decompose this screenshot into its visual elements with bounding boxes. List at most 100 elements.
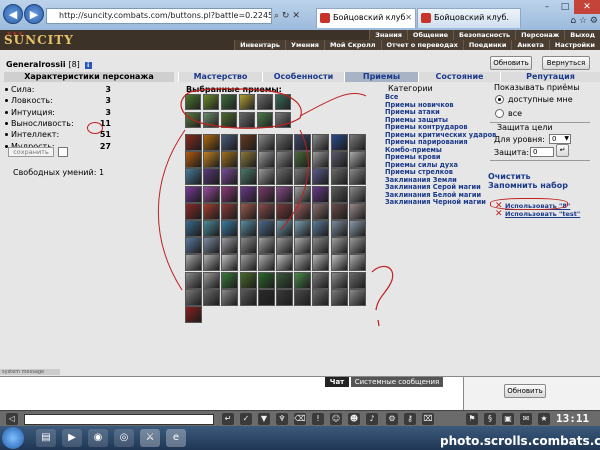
chrome-icon[interactable]: ◎ [114, 429, 134, 447]
forward-arrow-icon[interactable]: ▶ [24, 4, 44, 24]
technique-icon[interactable] [276, 220, 293, 237]
technique-icon[interactable] [348, 288, 366, 306]
address-bar[interactable]: http://suncity.combats.com/buttons.pl?ba… [46, 8, 272, 24]
technique-icon[interactable] [276, 288, 293, 306]
technique-icon[interactable] [221, 168, 239, 186]
technique-icon[interactable] [221, 271, 239, 289]
technique-icon[interactable] [276, 271, 293, 289]
technique-icon[interactable] [203, 134, 221, 151]
technique-icon[interactable] [294, 185, 312, 203]
technique-icon[interactable] [294, 220, 312, 237]
top-menu-item[interactable]: Анкета [511, 40, 549, 50]
top-menu-item[interactable]: Поединки [462, 40, 512, 50]
technique-icon[interactable] [257, 288, 275, 306]
top-menu-item[interactable]: Умения [285, 40, 324, 50]
apply-arrow-icon[interactable]: ↵ [556, 144, 569, 157]
technique-icon[interactable] [348, 168, 366, 186]
remember-set-link[interactable]: Запомнить набор [488, 181, 568, 190]
tab-close-icon[interactable]: ✕ [405, 9, 412, 27]
technique-icon[interactable] [185, 151, 202, 169]
technique-icon[interactable] [203, 168, 221, 186]
technique-icon[interactable] [294, 151, 312, 169]
tab-mastery[interactable]: Мастерство [178, 72, 262, 82]
technique-icon[interactable] [239, 237, 257, 255]
technique-icon[interactable] [330, 151, 348, 169]
technique-icon[interactable] [330, 271, 348, 289]
browser-tab-1[interactable]: Бойцовский клуб ✕ [316, 8, 416, 28]
radio-available[interactable] [495, 95, 504, 104]
technique-icon[interactable] [185, 237, 202, 255]
technique-icon[interactable] [276, 254, 293, 272]
technique-icon[interactable] [330, 220, 348, 237]
technique-icon[interactable] [203, 288, 221, 306]
scroll-icon[interactable]: § [484, 413, 496, 425]
chat-input[interactable] [24, 414, 214, 425]
filter-icon[interactable]: ▼ [258, 413, 270, 425]
technique-icon[interactable] [312, 288, 330, 306]
game-client-icon[interactable]: ⚔ [140, 429, 160, 447]
technique-icon[interactable] [203, 202, 221, 220]
back-arrow-icon[interactable]: ◀ [3, 4, 23, 24]
flag-icon[interactable]: ⚑ [466, 413, 478, 425]
chosen-technique-icon[interactable] [203, 112, 219, 128]
technique-icon[interactable] [257, 237, 275, 255]
technique-icon[interactable] [312, 271, 330, 289]
bag-icon[interactable]: ▣ [502, 413, 514, 425]
top-menu-item[interactable]: Инвентарь [234, 40, 285, 50]
exclaim-icon[interactable]: ! [312, 413, 324, 425]
technique-icon[interactable] [221, 185, 239, 203]
technique-icon[interactable] [221, 237, 239, 255]
chosen-technique-icon[interactable] [221, 94, 237, 110]
chosen-technique-icon[interactable] [275, 112, 291, 128]
media-player-icon[interactable]: ▶ [62, 429, 82, 447]
technique-icon[interactable] [294, 134, 312, 151]
back-button[interactable]: Вернуться [542, 56, 590, 70]
technique-icon[interactable] [330, 134, 348, 151]
technique-icon[interactable] [312, 202, 330, 220]
top-menu-item[interactable]: Мой Скролл [323, 40, 381, 50]
technique-icon[interactable] [239, 288, 257, 306]
technique-icon[interactable] [257, 220, 275, 237]
technique-icon[interactable] [185, 306, 202, 323]
technique-icon[interactable] [276, 202, 293, 220]
technique-icon[interactable] [239, 220, 257, 237]
technique-icon[interactable] [203, 220, 221, 237]
tab-features[interactable]: Особенности [262, 72, 344, 82]
technique-icon[interactable] [221, 202, 239, 220]
technique-icon[interactable] [239, 202, 257, 220]
technique-icon[interactable] [185, 168, 202, 186]
close-icon[interactable]: ✕ [292, 11, 300, 21]
star-icon[interactable]: ★ [538, 413, 550, 425]
technique-icon[interactable] [257, 254, 275, 272]
technique-icon[interactable] [257, 202, 275, 220]
technique-icon[interactable] [257, 185, 275, 203]
minimize-icon[interactable]: – [538, 0, 556, 14]
tab-techniques[interactable]: Приемы [344, 72, 418, 82]
technique-icon[interactable] [276, 237, 293, 255]
character-name[interactable]: Generalrossii [8] i [6, 60, 92, 69]
key-icon[interactable]: ⚷ [404, 413, 416, 425]
technique-icon[interactable] [294, 237, 312, 255]
technique-icon[interactable] [221, 220, 239, 237]
technique-icon[interactable] [348, 237, 366, 255]
firefox-icon[interactable]: ◉ [88, 429, 108, 447]
technique-icon[interactable] [221, 134, 239, 151]
technique-icon[interactable] [203, 185, 221, 203]
save-checkbox[interactable] [58, 147, 68, 157]
technique-icon[interactable] [348, 271, 366, 289]
technique-icon[interactable] [203, 271, 221, 289]
technique-icon[interactable] [239, 185, 257, 203]
technique-icon[interactable] [185, 271, 202, 289]
technique-icon[interactable] [276, 151, 293, 169]
arrow-icon[interactable]: ◁ [6, 413, 18, 425]
technique-icon[interactable] [312, 237, 330, 255]
delete-set-icon[interactable]: ✕ [495, 210, 503, 219]
technique-icon[interactable] [276, 134, 293, 151]
tab-system-messages[interactable]: Системные сообщения [351, 377, 443, 387]
category-link[interactable]: Заклинания Черной магии [385, 198, 486, 206]
technique-icon[interactable] [348, 134, 366, 151]
technique-icon[interactable] [312, 151, 330, 169]
defense-input[interactable]: 0 [530, 147, 554, 157]
tab-chat[interactable]: Чат [325, 377, 349, 387]
technique-icon[interactable] [348, 220, 366, 237]
